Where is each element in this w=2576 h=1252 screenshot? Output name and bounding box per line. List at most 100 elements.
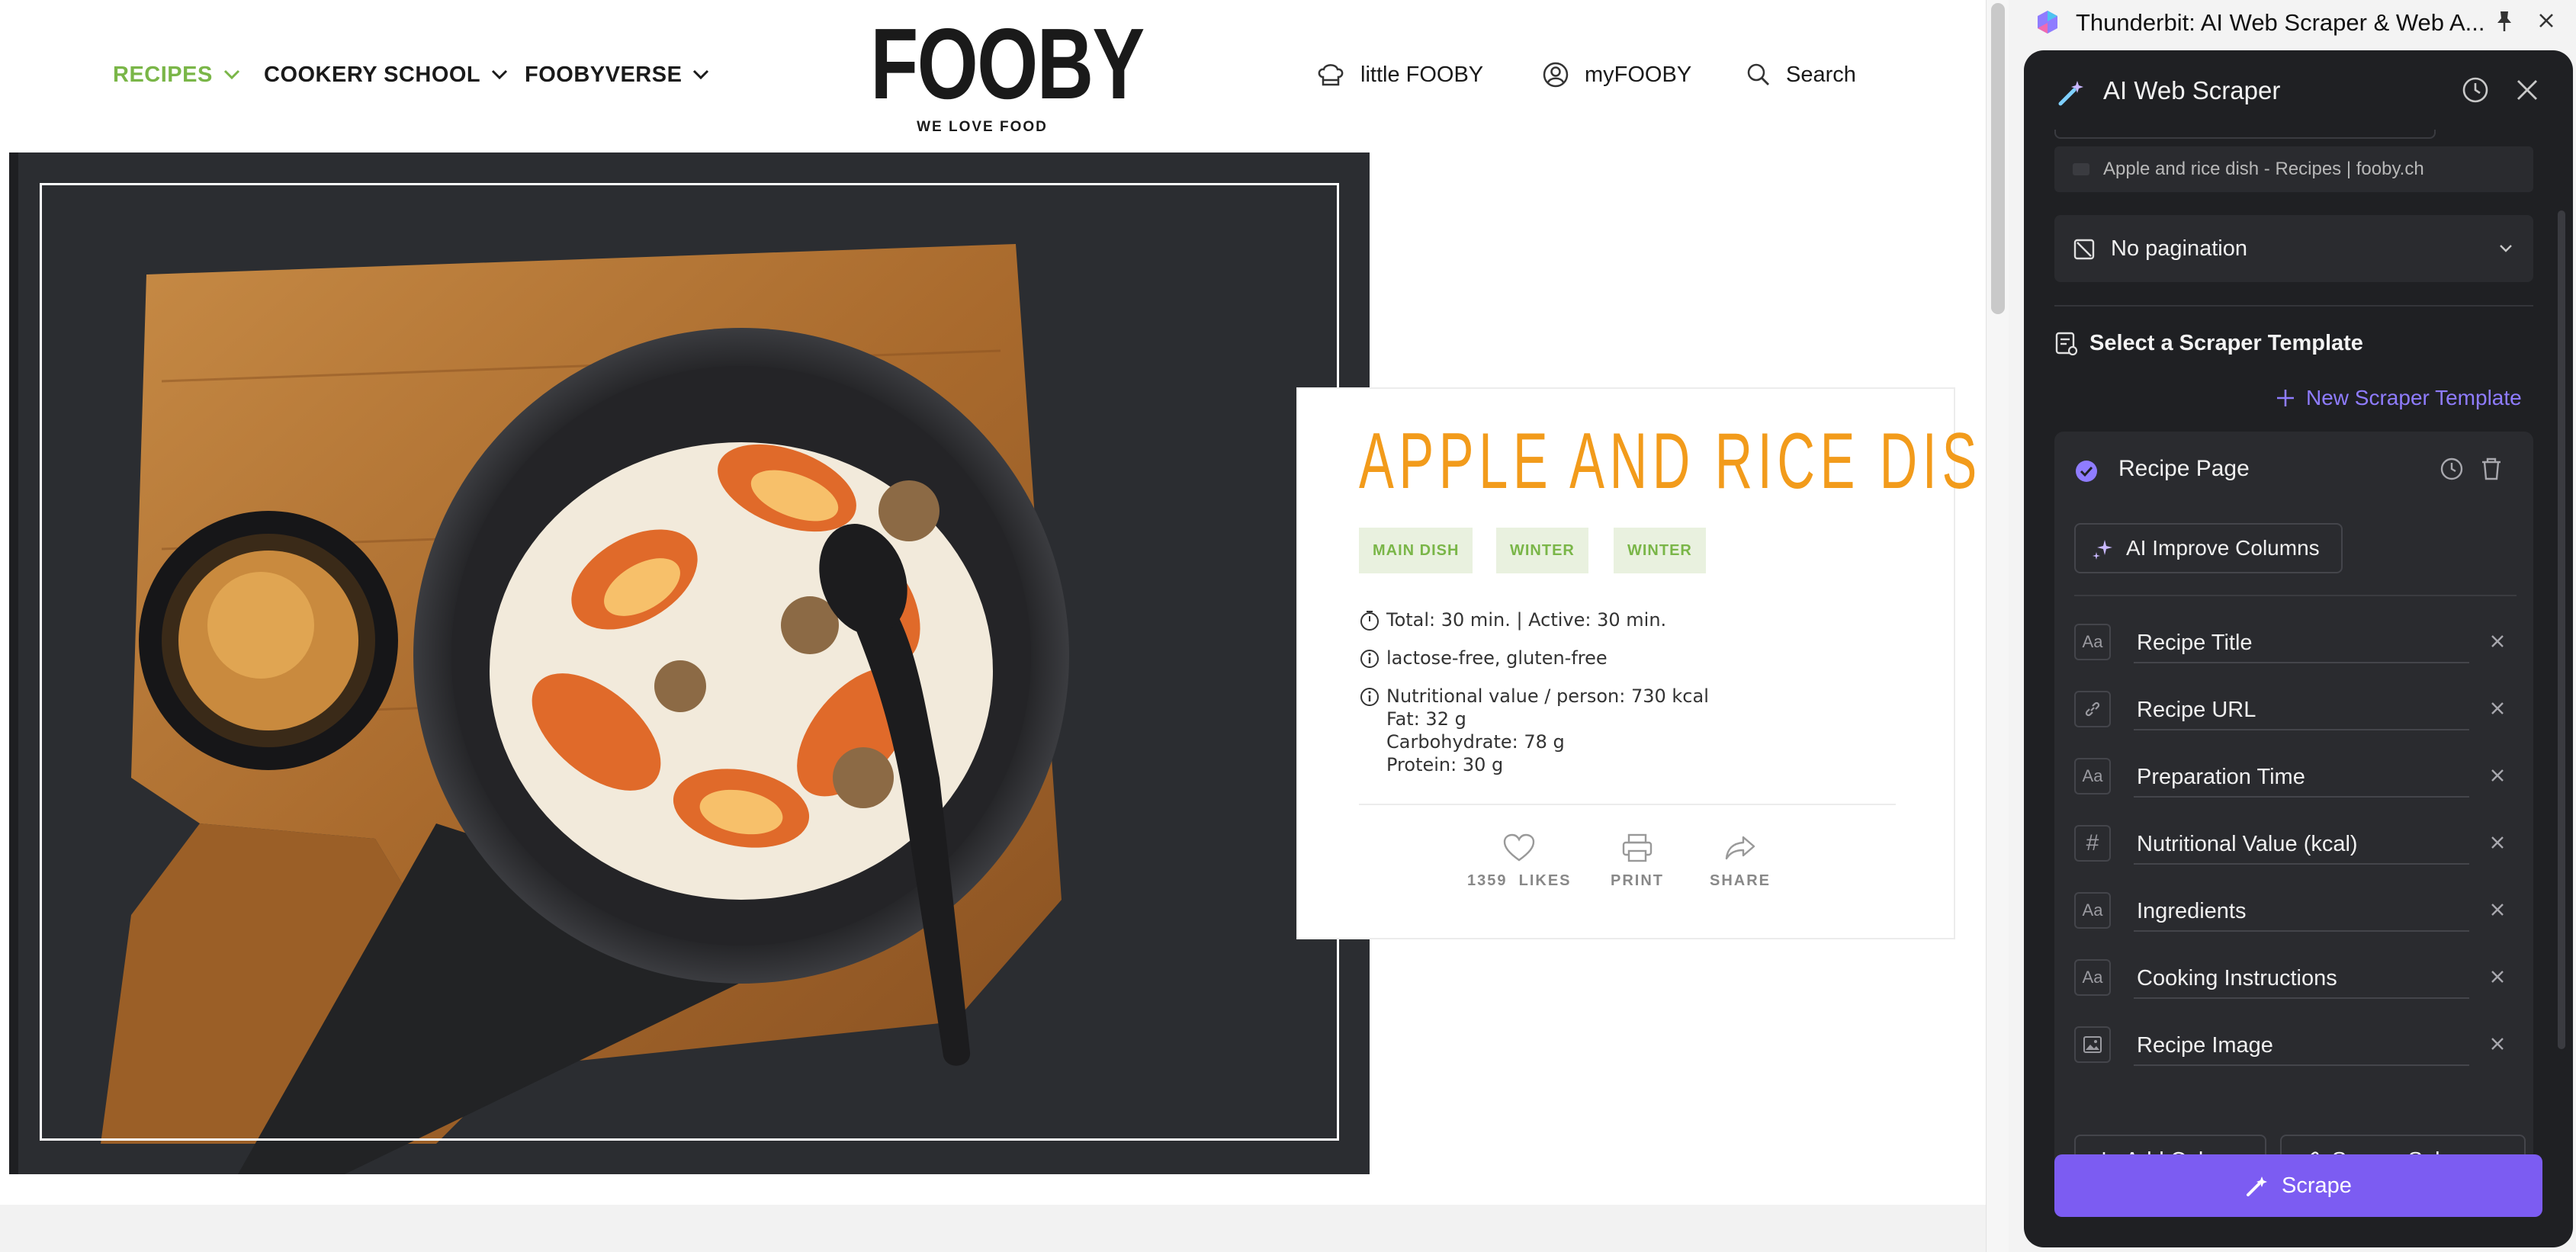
remove-column-icon[interactable] (2488, 967, 2507, 987)
scrape-button[interactable]: Scrape (2054, 1154, 2542, 1217)
close-side-panel-icon[interactable] (2535, 9, 2558, 32)
column-name-input[interactable]: Ingredients (2134, 892, 2469, 932)
share-icon (1725, 836, 1755, 860)
column-name-input[interactable]: Recipe Title (2134, 624, 2469, 663)
tag-main-dish[interactable]: MAIN DISH (1359, 528, 1473, 573)
nav-cookery-school-label: COOKERY SCHOOL (264, 62, 481, 87)
fooby-logo[interactable]: FOOBY WE LOVE FOOD (839, 8, 1145, 136)
column-name-input[interactable]: Recipe Image (2134, 1026, 2469, 1066)
remove-column-icon[interactable] (2488, 766, 2507, 785)
side-panel-titlebar: Thunderbit: AI Web Scraper & Web A... (2009, 0, 2576, 46)
history-icon[interactable] (2460, 75, 2491, 105)
user-icon (1543, 62, 1569, 88)
current-page-url-text: Apple and rice dish - Recipes | fooby.ch (2103, 159, 2424, 179)
image-type-icon[interactable] (2074, 1026, 2111, 1063)
text-type-icon[interactable]: Aa (2074, 892, 2111, 929)
little-fooby-link[interactable]: little FOOBY (1316, 58, 1483, 91)
ai-improve-columns-button[interactable]: AI Improve Columns (2074, 523, 2343, 573)
likes-label: LIKES (1518, 872, 1572, 889)
link-icon (2085, 701, 2100, 717)
link-type-icon[interactable] (2074, 691, 2111, 727)
like-button[interactable]: 1359 LIKES (1467, 833, 1572, 890)
myfooby-link[interactable]: myFOOBY (1542, 58, 1691, 91)
card-divider (1359, 804, 1896, 805)
nutrition-carbs: Carbohydrate: 78 g (1386, 731, 1565, 753)
wand-icon (2247, 1177, 2268, 1196)
column-name-input[interactable]: Nutritional Value (kcal) (2134, 825, 2469, 865)
template-divider (2074, 595, 2517, 596)
printer-icon (1622, 833, 1653, 862)
share-button[interactable]: SHARE (1710, 833, 1771, 890)
search-link[interactable]: Search (1746, 58, 1856, 91)
recipe-time-text: Total: 30 min. | Active: 30 min. (1386, 609, 1667, 631)
recipe-diet: lactose-free, gluten-free (1359, 647, 1608, 669)
current-page-url: Apple and rice dish - Recipes | fooby.ch (2054, 146, 2533, 192)
nutrition-protein: Protein: 30 g (1386, 754, 1504, 775)
no-pagination-icon (2073, 239, 2095, 260)
info-icon (1360, 650, 1379, 668)
close-icon[interactable] (2512, 75, 2542, 105)
section-divider (2054, 305, 2533, 307)
text-type-icon[interactable]: Aa (2074, 624, 2111, 660)
template-card[interactable]: Recipe Page AI Improve Columns Aa Recipe… (2054, 432, 2533, 1202)
search-label: Search (1786, 62, 1856, 87)
print-button[interactable]: PRINT (1611, 833, 1664, 890)
remove-column-icon[interactable] (2488, 833, 2507, 852)
remove-column-icon[interactable] (2488, 631, 2507, 651)
nutrition-headline: Nutritional value / person: 730 kcal (1386, 685, 1709, 707)
history-icon[interactable] (2439, 456, 2465, 482)
favicon-icon (2073, 163, 2089, 175)
remove-column-icon[interactable] (2488, 900, 2507, 920)
column-name-input[interactable]: Recipe URL (2134, 691, 2469, 730)
fooby-website: RECIPES COOKERY SCHOOL FOOBYVERSE FOOBY … (0, 0, 1986, 1252)
plus-icon (2277, 390, 2294, 406)
search-icon (1747, 63, 1769, 85)
logo-tagline: WE LOVE FOOD (917, 119, 1048, 135)
nutrition-fat: Fat: 32 g (1386, 708, 1466, 730)
logo-wordmark: FOOBY (870, 8, 1145, 120)
check-circle-icon (2076, 461, 2097, 482)
tag-winter[interactable]: WINTER (1496, 528, 1588, 573)
nav-foobyverse[interactable]: FOOBYVERSE (525, 59, 709, 90)
page-section-band (0, 1205, 1986, 1252)
panel-scrollbar[interactable] (2558, 210, 2565, 1049)
pagination-select[interactable]: No pagination (2054, 215, 2533, 282)
template-list-icon (2055, 332, 2078, 356)
text-type-icon[interactable]: Aa (2074, 758, 2111, 795)
thunderbit-logo-icon (2038, 11, 2057, 34)
number-type-icon[interactable]: # (2074, 825, 2111, 862)
column-row-recipe-title: Aa Recipe Title (2074, 613, 2517, 668)
nav-cookery-school[interactable]: COOKERY SCHOOL (264, 59, 508, 90)
column-row-recipe-url: Recipe URL (2074, 680, 2517, 735)
panel-title: AI Web Scraper (2103, 76, 2281, 104)
recipe-time: Total: 30 min. | Active: 30 min. (1359, 608, 1666, 631)
side-panel-title: Thunderbit: AI Web Scraper & Web A... (2076, 9, 2485, 36)
remove-column-icon[interactable] (2488, 698, 2507, 718)
nav-recipes[interactable]: RECIPES (113, 59, 240, 90)
timer-icon (1360, 611, 1379, 631)
heart-icon (1504, 833, 1535, 862)
column-name-input[interactable]: Preparation Time (2134, 758, 2469, 798)
chevron-down-icon (492, 69, 508, 80)
likes-count: 1359 (1467, 872, 1508, 889)
pin-icon[interactable] (2492, 9, 2517, 34)
column-name-input[interactable]: Cooking Instructions (2134, 959, 2469, 999)
recipe-info-card: APPLE AND RICE DISH MAIN DISH WINTER WIN… (1296, 387, 1986, 939)
page-scrollbar-thumb[interactable] (1991, 3, 2005, 314)
trash-icon[interactable] (2478, 456, 2504, 482)
text-type-icon[interactable]: Aa (2074, 959, 2111, 996)
print-label: PRINT (1611, 872, 1664, 889)
new-template-button[interactable]: New Scraper Template (2276, 386, 2522, 410)
recipe-hero-image (9, 152, 1370, 1174)
tag-winter-2[interactable]: WINTER (1614, 528, 1706, 573)
image-icon (2083, 1036, 2102, 1053)
recipe-diet-text: lactose-free, gluten-free (1386, 647, 1608, 669)
page-scrollbar[interactable] (1986, 0, 2009, 1252)
remove-column-icon[interactable] (2488, 1034, 2507, 1054)
scrolled-input-edge (2054, 130, 2436, 139)
ai-improve-label: AI Improve Columns (2126, 536, 2320, 560)
new-template-label: New Scraper Template (2306, 386, 2522, 409)
template-section-heading: Select a Scraper Template (2089, 331, 2363, 355)
column-row-cooking-instructions: Aa Cooking Instructions (2074, 949, 2517, 1003)
chef-hat-icon (1318, 64, 1344, 86)
